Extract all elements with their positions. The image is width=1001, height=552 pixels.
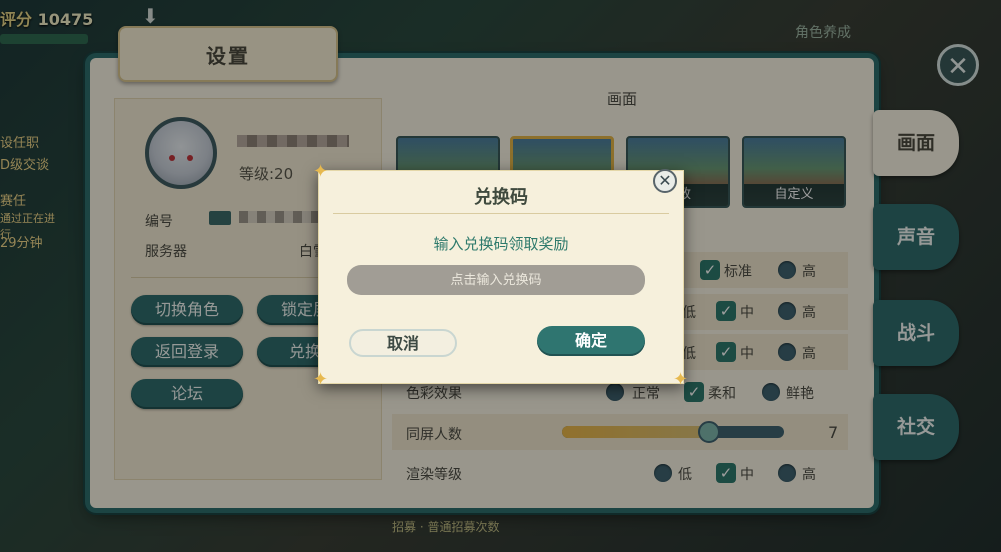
cancel-button[interactable]: 取消 <box>349 329 457 357</box>
dialog-subtitle: 输入兑换码领取奖励 <box>433 235 569 253</box>
corner-star-icon: ✦ <box>313 369 329 390</box>
dialog-title: 兑换码 <box>474 187 528 208</box>
dialog-divider <box>333 213 669 214</box>
redeem-code-input[interactable] <box>347 265 645 295</box>
dialog-close-button[interactable]: ✕ <box>653 169 677 193</box>
confirm-button[interactable]: 确定 <box>537 326 645 356</box>
corner-star-icon: ✦ <box>313 161 329 182</box>
close-x-icon: ✕ <box>658 171 672 190</box>
redeem-code-dialog: ✦ ✦ ✦ 兑换码 ✕ 输入兑换码领取奖励 取消 确定 <box>313 163 689 390</box>
corner-star-icon: ✦ <box>673 369 689 390</box>
